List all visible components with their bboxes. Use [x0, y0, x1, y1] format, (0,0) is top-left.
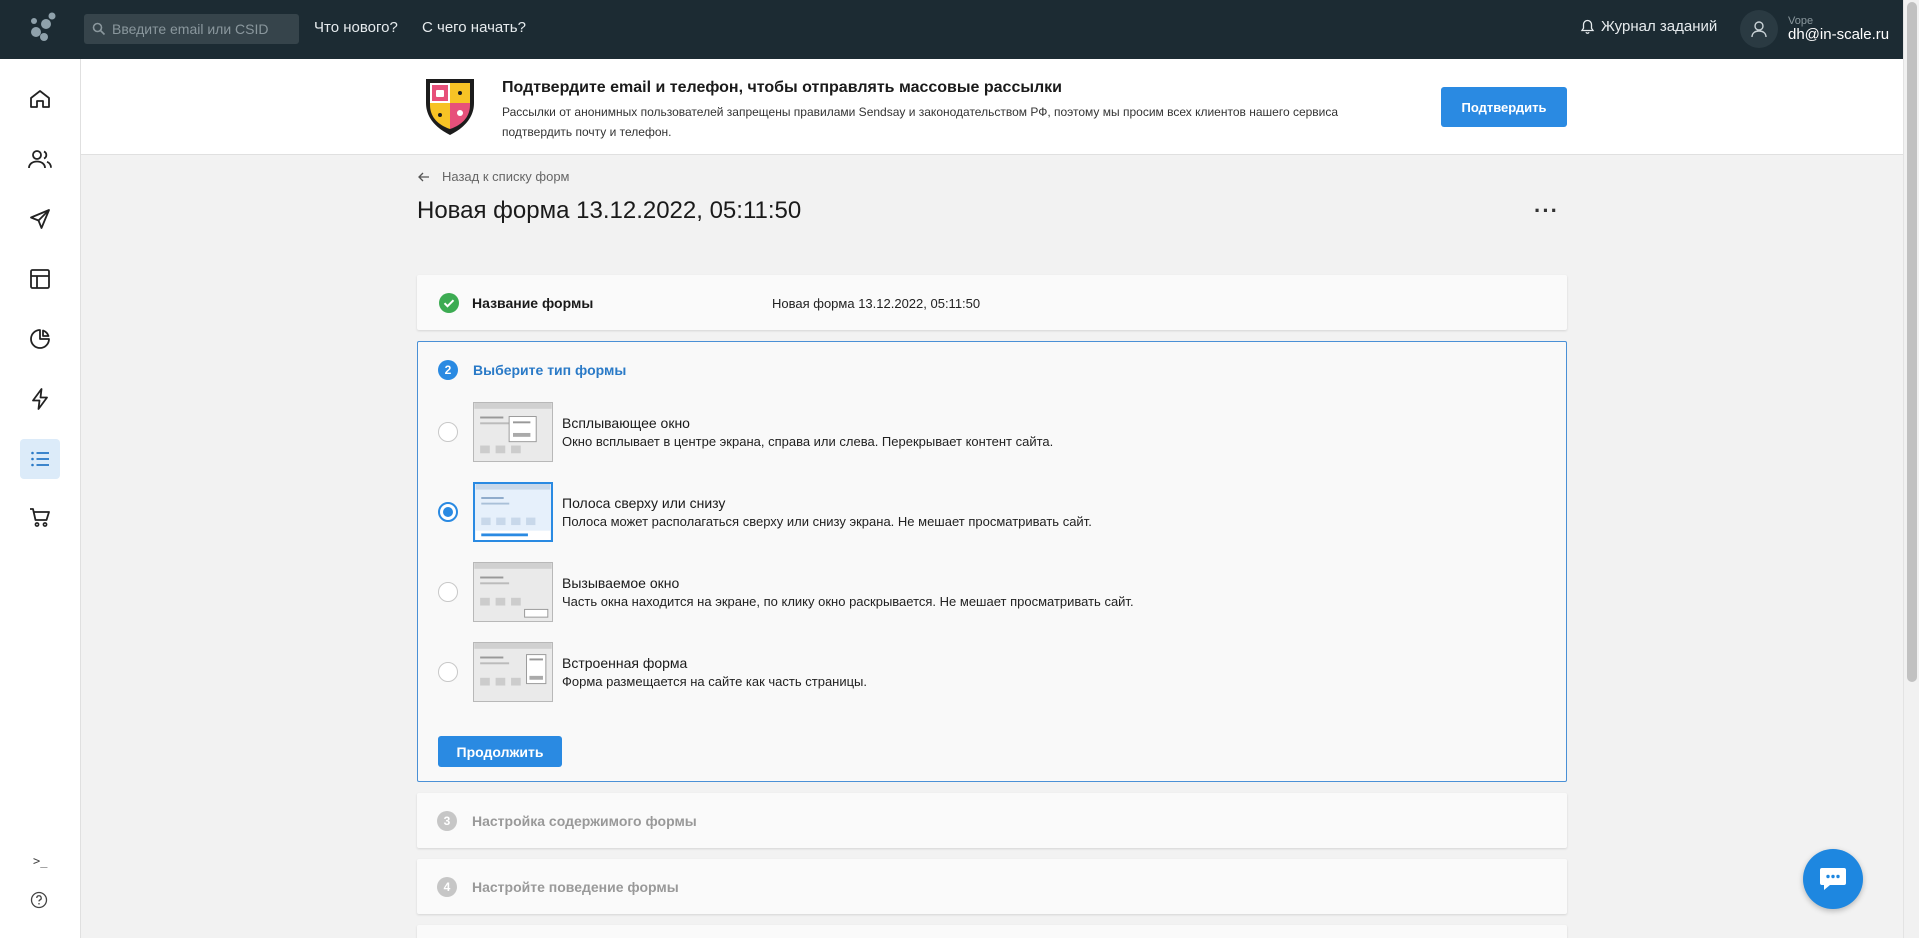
banner-text: Рассылки от анонимных пользователей запр… [502, 105, 1339, 139]
logo-icon[interactable] [26, 10, 60, 44]
step-label: Настройка содержимого формы [472, 813, 697, 829]
radio-button[interactable] [438, 422, 458, 442]
step-number: 3 [437, 811, 457, 831]
arrow-left-icon [418, 172, 429, 181]
console-button[interactable]: >_ [33, 854, 47, 868]
search-icon [92, 22, 106, 36]
cart-icon [30, 508, 50, 527]
option-description: Часть окна находится на экране, по клику… [562, 594, 1134, 609]
option-callable[interactable]: Вызываемое окно Часть окна находится на … [438, 562, 1538, 622]
step-value: Новая форма 13.12.2022, 05:11:50 [772, 296, 981, 311]
radio-button[interactable] [438, 582, 458, 602]
avatar [1740, 10, 1778, 48]
sidebar-item-stats[interactable] [20, 319, 60, 359]
step-label: Название формы [472, 295, 594, 311]
option-title: Вызываемое окно [562, 575, 680, 591]
sidebar-item-ecommerce[interactable] [20, 497, 60, 537]
whats-new-link[interactable]: Что нового? [314, 19, 398, 36]
top-bar: Что нового? С чего начать? Журнал задани… [0, 0, 1903, 59]
radio-button[interactable] [438, 662, 458, 682]
users-icon [28, 150, 52, 169]
embedded-thumbnail-icon [473, 642, 553, 702]
sidebar-item-automation[interactable] [20, 379, 60, 419]
step-form-type: 2 Выберите тип формы Всплывающее окно Ок… [417, 341, 1567, 782]
getting-started-link[interactable]: С чего начать? [422, 19, 526, 36]
shield-icon [426, 79, 474, 135]
page-scrollbar[interactable] [1903, 0, 1919, 938]
back-to-forms-link[interactable]: Назад к списку форм [418, 169, 570, 184]
step-number: 4 [437, 877, 457, 897]
lightning-icon [32, 388, 48, 410]
option-title: Полоса сверху или снизу [562, 495, 726, 511]
continue-button[interactable]: Продолжить [438, 736, 562, 767]
option-title: Встроенная форма [562, 655, 688, 671]
more-options-button[interactable]: ··· [1534, 198, 1559, 224]
search-input[interactable] [112, 21, 292, 37]
callable-thumbnail-icon [473, 562, 553, 622]
page-title: Новая форма 13.12.2022, 05:11:50 [417, 197, 802, 224]
option-title: Всплывающее окно [562, 415, 690, 431]
option-description: Полоса может располагаться сверху или сн… [562, 514, 1092, 529]
template-icon [30, 269, 50, 289]
banner-title: Подтвердите email и телефон, чтобы отпра… [502, 79, 1063, 96]
user-menu[interactable]: Vope dh@in-scale.ru [1740, 10, 1889, 48]
step-number: 2 [438, 360, 458, 380]
home-icon [30, 90, 50, 108]
step-label: Выберите тип формы [473, 362, 627, 378]
step-form-name[interactable]: Название формы Новая форма 13.12.2022, 0… [417, 275, 1567, 330]
option-bar[interactable]: Полоса сверху или снизу Полоса может рас… [438, 482, 1538, 542]
sidebar-item-audience[interactable] [20, 139, 60, 179]
scrollbar-thumb[interactable] [1907, 2, 1917, 682]
bell-icon [1580, 19, 1595, 34]
radio-button[interactable] [438, 502, 458, 522]
popup-thumbnail-icon [473, 402, 553, 462]
sidebar-item-campaigns[interactable] [20, 199, 60, 239]
chat-button[interactable] [1803, 849, 1863, 909]
sidebar-item-forms[interactable] [20, 439, 60, 479]
user-icon [1751, 21, 1767, 38]
option-description: Форма размещается на сайте как часть стр… [562, 674, 868, 689]
step-next-card [417, 925, 1567, 938]
confirm-button[interactable]: Подтвердить [1441, 87, 1567, 127]
option-embedded[interactable]: Встроенная форма Форма размещается на са… [438, 642, 1538, 702]
sidebar-item-home[interactable] [20, 79, 60, 119]
step-form-content[interactable]: 3 Настройка содержимого формы [417, 793, 1567, 848]
sidebar-item-templates[interactable] [20, 259, 60, 299]
check-circle-icon [439, 293, 459, 313]
back-link-label: Назад к списку форм [442, 169, 570, 184]
option-description: Окно всплывает в центре экрана, справа и… [562, 434, 1054, 449]
step-label: Настройте поведение формы [472, 879, 679, 895]
option-popup[interactable]: Всплывающее окно Окно всплывает в центре… [438, 402, 1538, 462]
step-form-behavior[interactable]: 4 Настройте поведение формы [417, 859, 1567, 914]
jobs-log-link[interactable]: Журнал заданий [1580, 18, 1717, 35]
list-icon [31, 451, 49, 467]
bar-thumbnail-icon [473, 482, 553, 542]
pie-chart-icon [30, 329, 50, 349]
search-box[interactable] [84, 14, 299, 44]
send-icon [30, 209, 50, 229]
verification-banner: Подтвердите email и телефон, чтобы отпра… [81, 59, 1903, 155]
jobs-log-label: Журнал заданий [1601, 18, 1718, 35]
user-email: dh@in-scale.ru [1788, 25, 1890, 43]
user-name: Vope [1788, 14, 1814, 27]
help-icon[interactable] [30, 891, 48, 909]
chat-icon [1820, 868, 1846, 890]
sidebar: >_ [0, 59, 81, 938]
